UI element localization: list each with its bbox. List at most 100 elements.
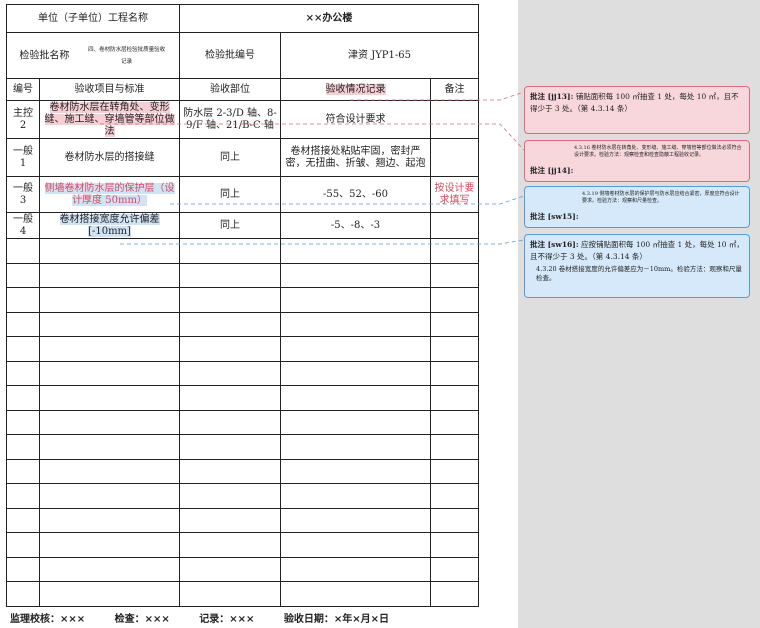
row-location: 同上 [179, 138, 281, 177]
comment-tag: 批注 [sw15]: [530, 212, 579, 221]
empty-cell [179, 409, 281, 435]
batch-no-label: 检验批编号 [179, 32, 281, 79]
empty-cell [39, 507, 180, 533]
empty-cell [6, 360, 40, 386]
empty-row [6, 483, 480, 509]
empty-cell [280, 287, 431, 313]
row-note [429, 138, 480, 177]
empty-cell [429, 434, 480, 460]
empty-cell [6, 483, 40, 509]
col-note: 备注 [429, 78, 480, 101]
empty-cell [280, 581, 431, 607]
empty-cell [6, 385, 40, 411]
empty-cell [6, 556, 40, 582]
col-record-label: 验收情况记录 [325, 83, 386, 95]
empty-cell [429, 311, 480, 337]
empty-cell [280, 360, 431, 386]
empty-cell [179, 360, 281, 386]
row-item-text: 卷材防水层在转角处、变形缝、施工缝、穿墙管等部位做法 [44, 101, 175, 137]
row-item: 侧墙卷材防水层的保护层（设计厚度 50mm） [39, 176, 180, 213]
empty-cell [280, 262, 431, 288]
empty-row [6, 458, 480, 484]
empty-cell [6, 238, 40, 264]
comment-quote: 4.3.19 侧墙卷材防水层的保护层与防水层应结合紧密，厚度应符合设计要求。检验… [582, 191, 740, 204]
empty-cell [6, 458, 40, 484]
empty-cell [280, 385, 431, 411]
empty-cell [39, 434, 180, 460]
empty-row [6, 238, 480, 264]
empty-cell [6, 336, 40, 362]
row-location: 同上 [179, 176, 281, 213]
row-no: 一般 3 [6, 176, 40, 213]
empty-cell [179, 287, 281, 313]
row-record: 卷材搭接处粘贴牢固，密封严密，无扭曲、折皱、翘边、起泡 [280, 138, 431, 177]
empty-cell [179, 581, 281, 607]
inspection-form-table: 单位（子单位）工程名称 ××办公楼 检验批名称 四、卷材防水层检验批质量验收记录… [6, 4, 480, 607]
empty-cell [179, 483, 281, 509]
empty-cell [280, 409, 431, 435]
comment-quote: 4.3.16 卷材防水层在转角处、变形缝、施工缝、穿墙管等部位做法必须符合设计要… [574, 145, 742, 158]
empty-cell [179, 458, 281, 484]
comment-tag: 批注 [sw16]: [530, 240, 579, 249]
empty-cell [179, 262, 281, 288]
row-location: 防水层 2-3/D 轴、8-9/F 轴、21/B-C 轴 [179, 100, 281, 139]
empty-rows [6, 238, 480, 607]
comment-tag: 批注 [jj13]: [530, 92, 574, 101]
batch-name-value: 四、卷材防水层检验批质量验收记录 [88, 46, 166, 65]
empty-cell [429, 262, 480, 288]
empty-cell [179, 238, 281, 264]
empty-cell [39, 262, 180, 288]
empty-row [6, 434, 480, 460]
col-item: 验收项目与标准 [39, 78, 180, 101]
empty-cell [6, 532, 40, 558]
row-note [429, 212, 480, 239]
empty-cell [6, 581, 40, 607]
row-item: 卷材防水层的搭接缝 [39, 138, 180, 177]
row-item: 卷材防水层在转角处、变形缝、施工缝、穿墙管等部位做法 [39, 100, 180, 139]
empty-cell [6, 262, 40, 288]
row-note: 按设计要求填写 [429, 176, 480, 213]
empty-cell [280, 556, 431, 582]
empty-cell [429, 287, 480, 313]
empty-row [6, 360, 480, 386]
footer-checker: 检查：××× [114, 614, 170, 625]
empty-cell [39, 336, 180, 362]
empty-row [6, 532, 480, 558]
empty-cell [39, 360, 180, 386]
empty-row [6, 581, 480, 607]
empty-cell [179, 434, 281, 460]
comment-sw15[interactable]: 批注 [sw15]: 4.3.19 侧墙卷材防水层的保护层与防水层应结合紧密，厚… [524, 186, 750, 228]
empty-cell [429, 458, 480, 484]
batch-name-label: 检验批名称 四、卷材防水层检验批质量验收记录 [6, 32, 180, 79]
empty-cell [39, 556, 180, 582]
row-no: 主控 2 [6, 100, 40, 139]
col-record: 验收情况记录 [280, 78, 431, 101]
col-location: 验收部位 [179, 78, 281, 101]
footer-recorder: 记录：××× [199, 614, 255, 625]
row-record: -5、-8、-3 [280, 212, 431, 239]
empty-cell [179, 507, 281, 533]
empty-cell [39, 532, 180, 558]
empty-row [6, 385, 480, 411]
comment-jj13[interactable]: 批注 [jj13]: 铺贴面积每 100 ㎡抽查 1 处，每处 10 ㎡，且不得… [524, 86, 750, 134]
empty-cell [280, 434, 431, 460]
footer-supervisor: 监理校核：××× [10, 614, 86, 625]
comment-jj14[interactable]: 批注 [jj14]: 4.3.16 卷材防水层在转角处、变形缝、施工缝、穿墙管等… [524, 140, 750, 182]
empty-cell [429, 336, 480, 362]
unit-value: ××办公楼 [178, 4, 480, 33]
empty-cell [429, 483, 480, 509]
empty-cell [6, 287, 40, 313]
empty-cell [280, 507, 431, 533]
empty-cell [280, 336, 431, 362]
empty-row [6, 556, 480, 582]
empty-cell [39, 409, 180, 435]
col-no: 编号 [6, 78, 40, 101]
empty-cell [6, 434, 40, 460]
empty-cell [39, 238, 180, 264]
empty-cell [429, 385, 480, 411]
document-page: 单位（子单位）工程名称 ××办公楼 检验批名称 四、卷材防水层检验批质量验收记录… [0, 0, 518, 628]
row-item: 卷材搭接宽度允许偏差[-10mm] [39, 212, 180, 239]
empty-cell [429, 556, 480, 582]
empty-cell [280, 238, 431, 264]
comment-sw16[interactable]: 批注 [sw16]: 应按铺贴面积每 100 ㎡抽查 1 处，每处 10 ㎡，且… [524, 234, 750, 298]
